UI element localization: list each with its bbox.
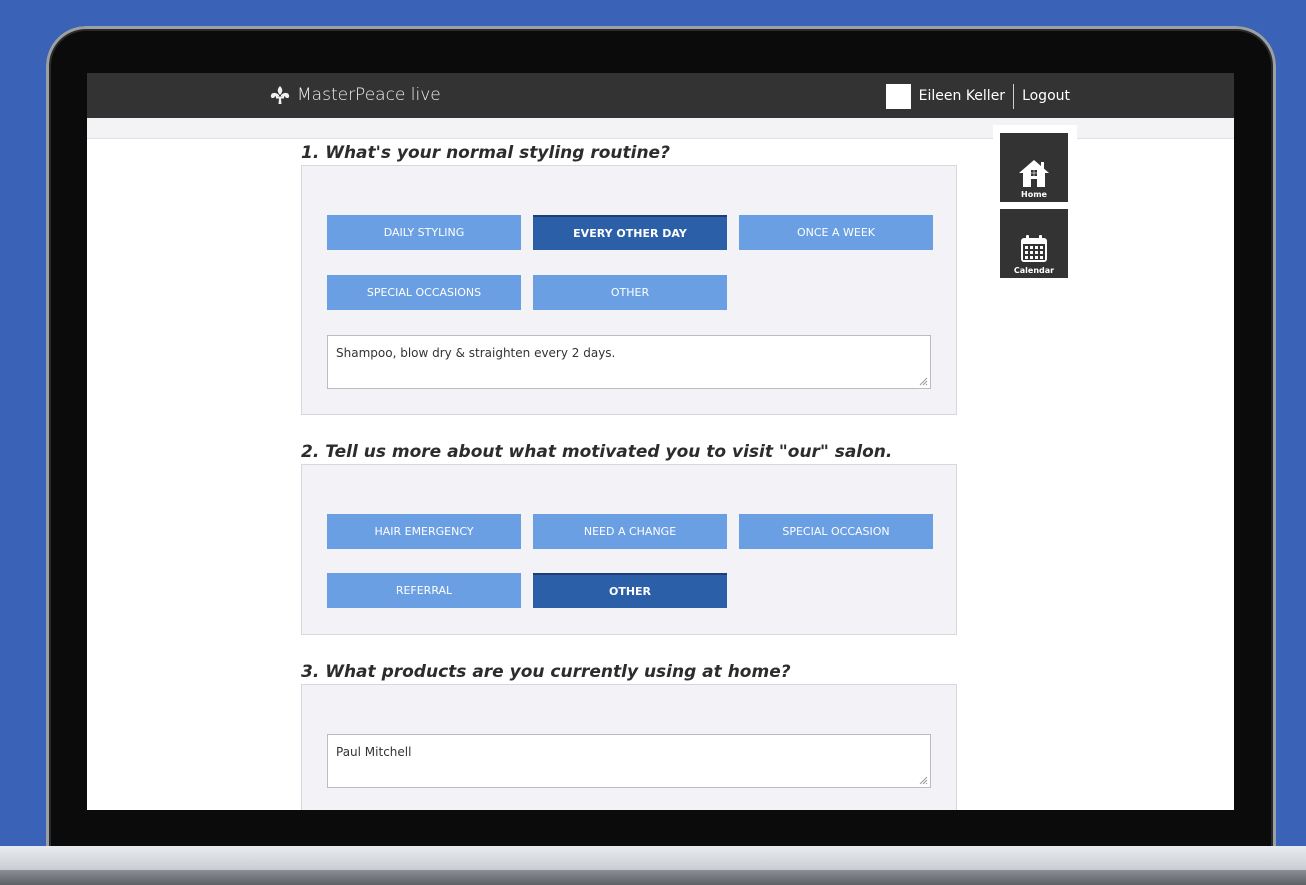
brand[interactable]: MasterPeace live [269, 85, 441, 105]
resize-grip-icon[interactable] [919, 776, 928, 785]
option-daily-styling[interactable]: DAILY STYLING [327, 215, 521, 250]
nav-calendar-button[interactable]: Calendar [1000, 209, 1068, 278]
fleur-de-lis-logo-icon [270, 86, 290, 104]
nav-calendar-label: Calendar [1013, 266, 1055, 275]
resize-grip-icon[interactable] [919, 377, 928, 386]
option-other[interactable]: OTHER [533, 275, 727, 310]
option-special-occasions[interactable]: SPECIAL OCCASIONS [327, 275, 521, 310]
option-need-a-change[interactable]: NEED A CHANGE [533, 514, 727, 549]
question-3-panel: Paul Mitchell [301, 684, 957, 810]
routine-text: Shampoo, blow dry & straighten every 2 d… [336, 346, 616, 360]
home-icon [1019, 160, 1049, 187]
routine-textarea[interactable]: Shampoo, blow dry & straighten every 2 d… [327, 335, 931, 389]
question-2-panel: HAIR EMERGENCY NEED A CHANGE SPECIAL OCC… [301, 464, 957, 635]
option-once-a-week[interactable]: ONCE A WEEK [739, 215, 933, 250]
logout-link[interactable]: Logout [1014, 88, 1070, 104]
option-referral[interactable]: REFERRAL [327, 573, 521, 608]
brand-name: MasterPeace live [297, 85, 441, 105]
option-other-selected[interactable]: OTHER [533, 573, 727, 608]
question-1-panel: DAILY STYLING EVERY OTHER DAY ONCE A WEE… [301, 165, 957, 415]
question-2-title: 2. Tell us more about what motivated you… [301, 442, 893, 462]
calendar-icon [1021, 235, 1047, 262]
top-bar: MasterPeace live Eileen Keller Logout [87, 73, 1234, 118]
side-nav: Home Calendar [993, 125, 1077, 281]
user-area: Eileen Keller Logout [885, 83, 1070, 109]
products-text: Paul Mitchell [336, 745, 412, 759]
option-every-other-day[interactable]: EVERY OTHER DAY [533, 215, 727, 250]
nav-home-label: Home [1021, 190, 1047, 199]
question-3-title: 3. What products are you currently using… [301, 662, 791, 682]
option-hair-emergency[interactable]: HAIR EMERGENCY [327, 514, 521, 549]
option-special-occasion[interactable]: SPECIAL OCCASION [739, 514, 933, 549]
user-name[interactable]: Eileen Keller [919, 88, 1013, 104]
app-screen: MasterPeace live Eileen Keller Logout Ho… [87, 73, 1234, 810]
products-textarea[interactable]: Paul Mitchell [327, 734, 931, 788]
nav-home-button[interactable]: Home [1000, 133, 1068, 202]
laptop-base-edge [0, 870, 1306, 885]
avatar[interactable] [885, 83, 911, 109]
question-1-title: 1. What's your normal styling routine? [301, 143, 670, 163]
